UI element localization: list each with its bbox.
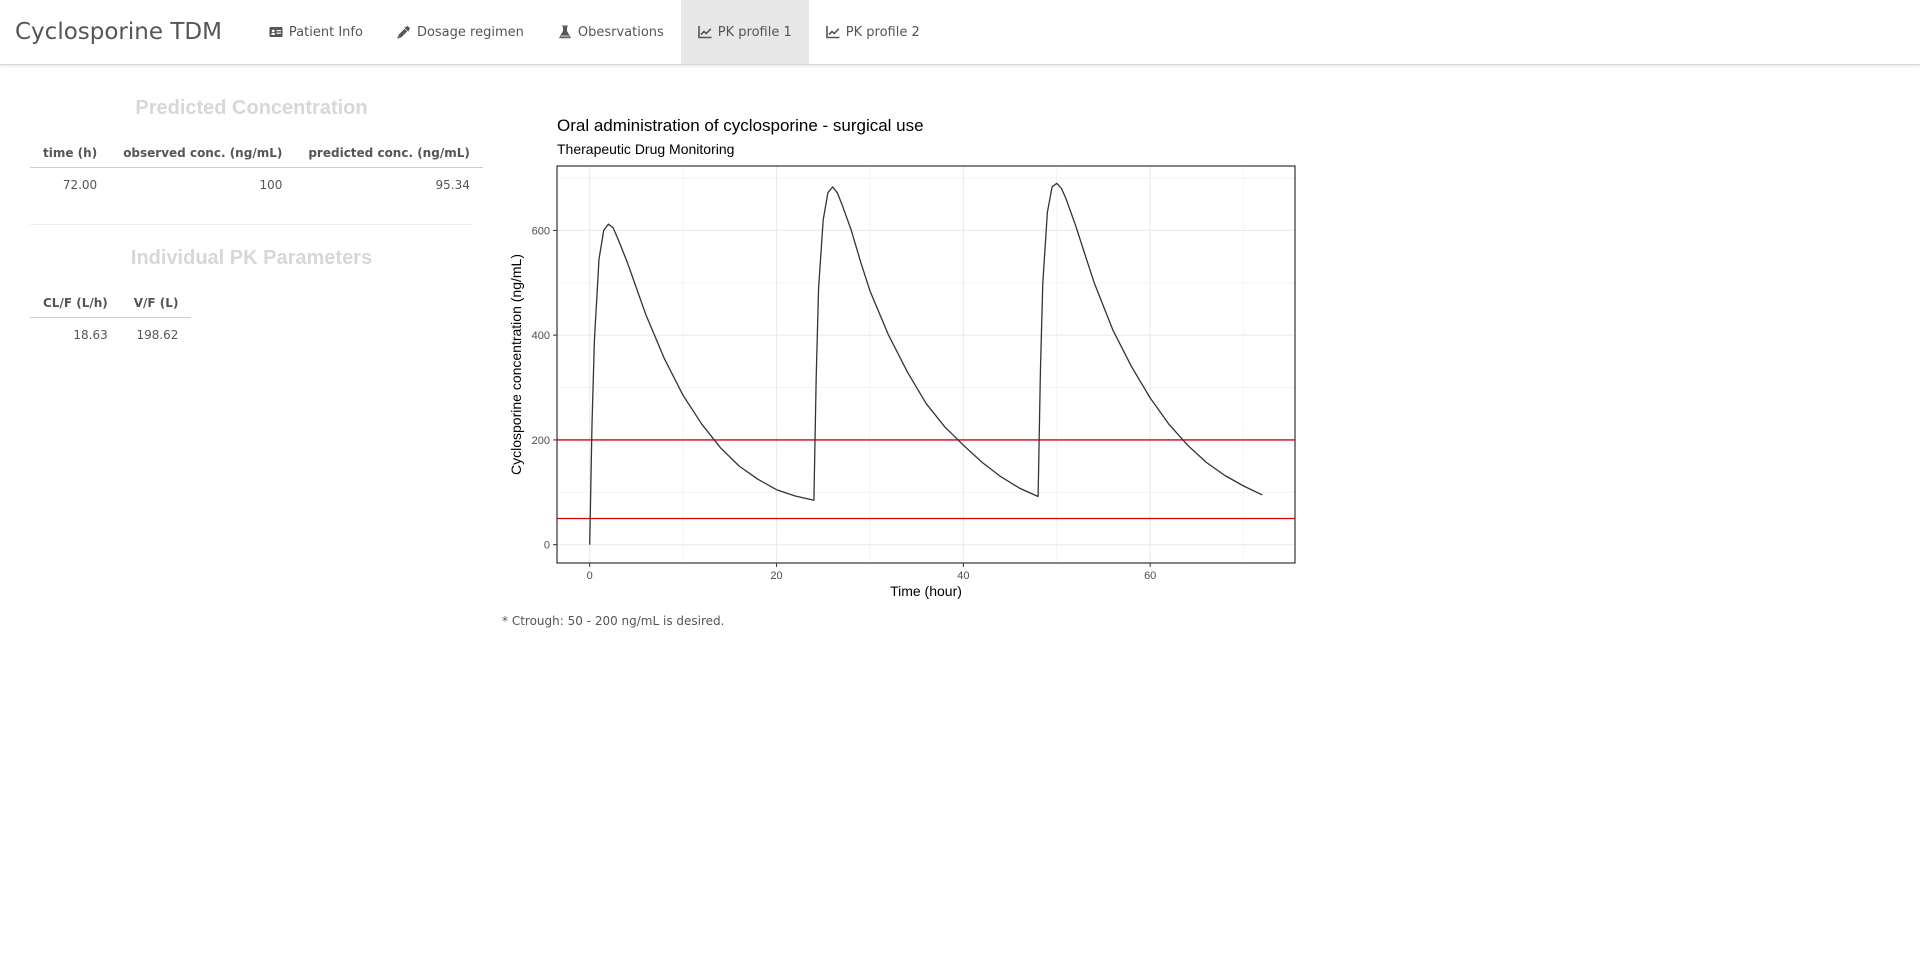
y-axis-label: Cyclosporine concentration (ng/mL) (508, 254, 524, 475)
table-header-row: CL/F (L/h) V/F (L) (30, 289, 192, 318)
table-row: 72.00 100 95.34 (30, 167, 483, 203)
x-tick-label: 0 (587, 570, 593, 582)
x-axis-label: Time (hour) (890, 583, 962, 599)
chart-canvas: 0 20 40 600200400600Time (hour)Cyclosporine… (508, 165, 1296, 599)
column-header: predicted conc. (ng/mL) (295, 139, 483, 168)
x-tick-label: 60 (1144, 570, 1156, 582)
nav-tabs: Patient Info Dosage regimen Obesrvations… (252, 0, 937, 64)
eyedropper-icon (397, 25, 411, 39)
app-title[interactable]: Cyclosporine TDM (0, 0, 237, 64)
tab-patient-info[interactable]: Patient Info (252, 0, 380, 64)
chart-title: Oral administration of cyclosporine - su… (557, 116, 924, 135)
tab-label: PK profile 2 (845, 24, 920, 40)
ctrough-note: * Ctrough: 50 - 200 ng/mL is desired. (502, 614, 725, 628)
y-tick-label: 600 (532, 225, 550, 237)
table-cell: 72.00 (62, 178, 98, 193)
table-cell: 100 (259, 178, 283, 193)
pk-parameters-title: Individual PK Parameters (130, 247, 373, 269)
chart-subtitle: Therapeutic Drug Monitoring (557, 141, 735, 157)
section-divider (30, 224, 473, 225)
x-tick-label: 40 (957, 570, 969, 582)
tab-label: Obesrvations (577, 24, 664, 40)
predicted-concentration-title: Predicted Concentration (135, 97, 368, 119)
table-header-row: time (h) observed conc. (ng/mL) predicte… (30, 139, 483, 168)
y-tick-label: 0 (544, 540, 550, 552)
pk-parameters-table: CL/F (L/h) V/F (L) 18.63 198.62 (30, 289, 192, 353)
line-chart-icon (825, 25, 840, 39)
tab-label: Patient Info (288, 24, 363, 40)
pk-profile-chart: Oral administration of cyclosporine - su… (500, 110, 1320, 614)
tab-label: Dosage regimen (416, 24, 524, 40)
table-row: 18.63 198.62 (30, 317, 191, 353)
top-navbar: Cyclosporine TDM Patient Info Dosage reg… (0, 0, 1920, 65)
x-tick-label: 20 (770, 570, 782, 582)
tab-dosage-regimen[interactable]: Dosage regimen (380, 0, 541, 64)
column-header: CL/F (L/h) (30, 289, 121, 318)
tab-label: PK profile 1 (717, 24, 792, 40)
left-panel: Predicted Concentration time (h) observe… (30, 65, 483, 353)
tab-pk-profile-1[interactable]: PK profile 1 (680, 0, 809, 64)
column-header: V/F (L) (120, 289, 192, 318)
y-tick-label: 200 (532, 435, 550, 447)
tab-observations[interactable]: Obesrvations (541, 0, 681, 64)
flask-icon (558, 25, 572, 39)
table-cell: 198.62 (136, 328, 179, 343)
tab-pk-profile-2[interactable]: PK profile 2 (809, 0, 937, 64)
predicted-concentration-table: time (h) observed conc. (ng/mL) predicte… (30, 139, 483, 203)
table-cell: 18.63 (73, 328, 108, 343)
id-card-icon (269, 25, 283, 39)
table-cell: 95.34 (435, 178, 470, 193)
column-header: time (h) (30, 139, 111, 168)
line-chart-icon (697, 25, 712, 39)
column-header: observed conc. (ng/mL) (110, 139, 296, 168)
y-tick-label: 400 (532, 330, 550, 342)
